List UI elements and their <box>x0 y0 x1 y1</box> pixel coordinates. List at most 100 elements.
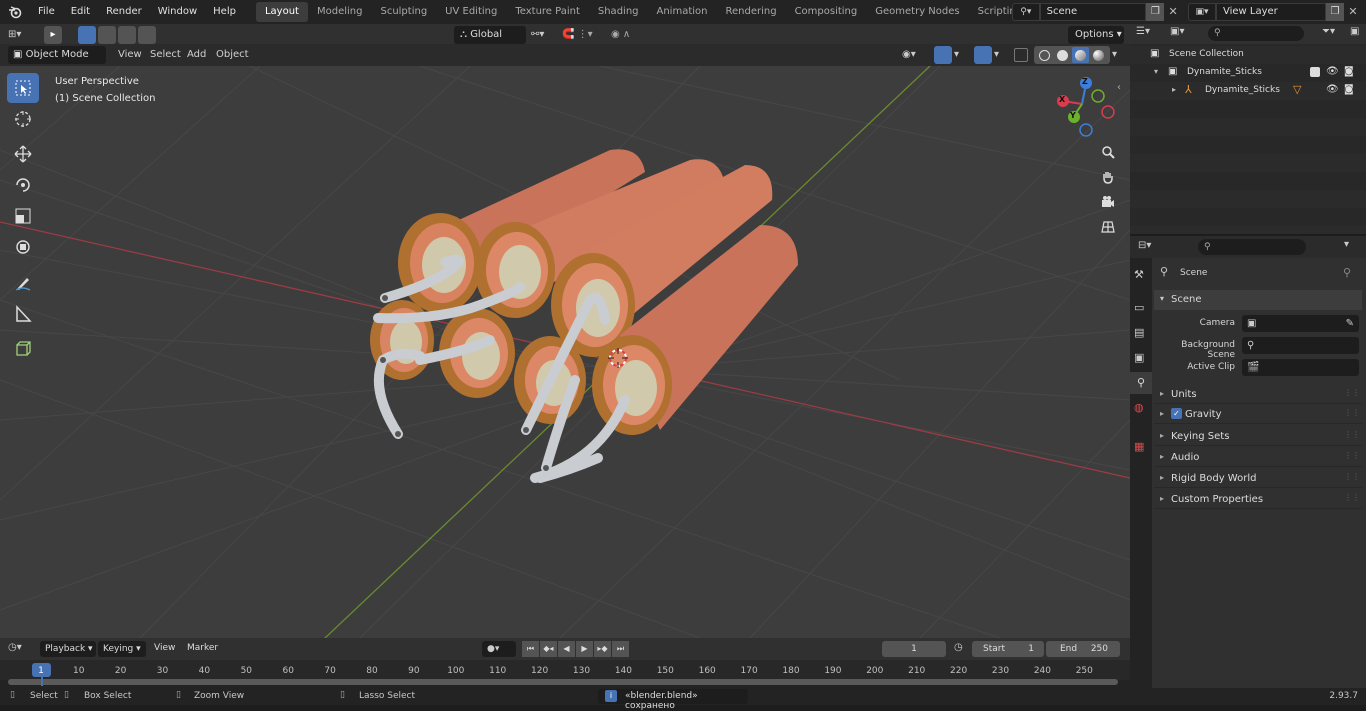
annotate-tool[interactable] <box>7 268 39 298</box>
outliner-row-collection[interactable]: ▾ ▣ Dynamite_Sticks 👁 ◙ <box>1130 64 1366 82</box>
cursor-tool[interactable] <box>7 104 39 134</box>
tab-uv-editing[interactable]: UV Editing <box>436 2 506 22</box>
wireframe-shading-icon[interactable] <box>1036 47 1053 63</box>
tab-modeling[interactable]: Modeling <box>308 2 372 22</box>
drag-handle-icon[interactable]: ⋮⋮ <box>1344 388 1360 397</box>
view-layer-tab-icon[interactable]: ▣ <box>1134 351 1144 364</box>
select-extend-icon[interactable] <box>98 26 116 44</box>
tab-compositing[interactable]: Compositing <box>786 2 867 22</box>
visibility-icon[interactable]: ◉▾ <box>902 46 930 64</box>
transform-tool[interactable] <box>7 232 39 262</box>
panel-audio[interactable]: ▸ Audio ⋮⋮ <box>1154 448 1362 467</box>
filter-icon[interactable]: ⏷▾ <box>1322 26 1335 37</box>
tab-shading[interactable]: Shading <box>589 2 648 22</box>
properties-search-input[interactable]: ⚲ <box>1198 239 1306 255</box>
tab-sculpting[interactable]: Sculpting <box>371 2 436 22</box>
prev-keyframe-icon[interactable]: ◆◂ <box>540 641 557 657</box>
copy-scene-icon[interactable]: ❐ <box>1146 3 1165 21</box>
select-box-tool[interactable] <box>7 73 39 103</box>
selection-mode-icons[interactable] <box>78 26 162 44</box>
outliner-search-input[interactable]: ⚲ <box>1208 26 1304 41</box>
panel-units[interactable]: ▸ Units ⋮⋮ <box>1154 385 1362 404</box>
move-tool[interactable] <box>7 139 39 169</box>
jump-end-icon[interactable]: ⏭ <box>612 641 629 657</box>
tab-layout[interactable]: Layout <box>255 2 308 22</box>
tab-rendering[interactable]: Rendering <box>716 2 785 22</box>
pin-icon[interactable]: ⚲ <box>1343 266 1351 279</box>
timeline-menu-view[interactable]: View <box>154 643 175 653</box>
panel-keying-sets[interactable]: ▸ Keying Sets ⋮⋮ <box>1154 427 1362 446</box>
record-button[interactable]: ●▾ <box>482 641 516 657</box>
outliner-row-object[interactable]: ▸ ⅄ Dynamite_Sticks ▽ 👁 ◙ <box>1130 82 1366 100</box>
preview-range-icon[interactable]: ◷ <box>954 642 963 653</box>
orientation-dropdown[interactable]: ⛬ Global <box>454 26 526 44</box>
view-layer-field[interactable]: View Layer <box>1216 3 1326 21</box>
modifier-filter-icon[interactable]: ▽ <box>1293 83 1301 96</box>
viewport-menu-add[interactable]: Add <box>187 44 206 66</box>
copy-view-layer-icon[interactable]: ❐ <box>1326 3 1344 21</box>
menu-file[interactable]: File <box>30 0 63 24</box>
new-collection-icon[interactable]: ▣ <box>1350 26 1359 37</box>
tab-geometry-nodes[interactable]: Geometry Nodes <box>866 2 968 22</box>
close-view-layer-icon[interactable]: ✕ <box>1344 3 1362 21</box>
render-tab-icon[interactable]: ▭ <box>1134 301 1144 314</box>
pan-hand-icon[interactable] <box>1097 166 1119 188</box>
gravity-checkbox[interactable]: ✓ <box>1171 408 1182 419</box>
3d-viewport[interactable]: Z X Y User Perspective (1) Scene Collect… <box>0 66 1130 638</box>
overlay-dropdown-icon[interactable]: ▾ <box>994 46 1006 64</box>
drag-handle-icon[interactable]: ⋮⋮ <box>1344 472 1360 481</box>
menu-edit[interactable]: Edit <box>63 0 98 24</box>
xray-toggle-icon[interactable] <box>1014 48 1028 62</box>
add-cube-tool[interactable] <box>7 334 39 364</box>
options-dropdown[interactable]: Options ▾ <box>1068 26 1124 44</box>
gizmo-toggle-icon[interactable] <box>934 46 952 64</box>
start-frame-field[interactable]: Start 1 <box>972 641 1044 657</box>
scene-selector[interactable]: ⚲▾ Scene ❐ ✕ <box>1012 3 1182 21</box>
close-scene-icon[interactable]: ✕ <box>1164 3 1182 21</box>
solid-shading-icon[interactable] <box>1054 47 1071 63</box>
render-camera-icon[interactable]: ◙ <box>1344 66 1354 77</box>
timeline-scrollbar[interactable] <box>8 679 1118 685</box>
texture-tab-icon[interactable]: ▦ <box>1134 440 1144 453</box>
object-mode-dropdown[interactable]: ▣ Object Mode <box>8 46 106 64</box>
panel-custom-properties[interactable]: ▸ Custom Properties ⋮⋮ <box>1154 490 1362 509</box>
drag-handle-icon[interactable]: ⋮⋮ <box>1344 451 1360 460</box>
exclude-checkbox[interactable] <box>1310 67 1320 77</box>
proportional-edit-icon[interactable]: ◉ ∧ <box>611 26 655 44</box>
output-tab-icon[interactable]: ▤ <box>1134 326 1144 339</box>
pivot-icon[interactable]: ⚯▾ <box>531 26 557 44</box>
render-camera-icon[interactable]: ◙ <box>1344 84 1354 95</box>
camera-field[interactable]: ▣ ✎ <box>1242 315 1359 332</box>
viewport-menu-view[interactable]: View <box>118 44 142 66</box>
blender-logo-icon[interactable] <box>0 0 30 24</box>
material-shading-icon[interactable] <box>1072 47 1089 63</box>
jump-start-icon[interactable]: ⏮ <box>522 641 539 657</box>
play-reverse-icon[interactable]: ◀ <box>558 641 575 657</box>
properties-editor-icon[interactable]: ⊟▾ <box>1138 240 1151 251</box>
visibility-eye-icon[interactable]: 👁 <box>1326 66 1339 77</box>
tool-tab-icon[interactable]: ⚒ <box>1134 268 1144 281</box>
tab-animation[interactable]: Animation <box>648 2 717 22</box>
timeline-editor-icon[interactable]: ◷▾ <box>8 642 22 653</box>
select-tool-icon[interactable]: ▸ <box>44 26 62 44</box>
editor-type-icon[interactable]: ⊞▾ <box>8 26 34 44</box>
scene-tab-icon[interactable]: ⚲ <box>1130 372 1152 394</box>
menu-window[interactable]: Window <box>150 0 205 24</box>
tab-texture-paint[interactable]: Texture Paint <box>506 2 589 22</box>
overlay-toggle-icon[interactable] <box>974 46 992 64</box>
background-scene-field[interactable]: ⚲ <box>1242 337 1359 354</box>
current-frame-field[interactable]: 1 <box>882 641 946 657</box>
world-tab-icon[interactable]: ◍ <box>1134 401 1144 414</box>
properties-options-icon[interactable]: ▾ <box>1344 239 1349 250</box>
drag-handle-icon[interactable]: ⋮⋮ <box>1344 493 1360 502</box>
zoom-icon[interactable] <box>1097 141 1119 163</box>
expand-arrow-icon[interactable]: ▸ <box>1172 85 1176 94</box>
outliner-editor-icon[interactable]: ☰▾ <box>1136 26 1150 37</box>
active-clip-field[interactable]: 🎬 <box>1242 359 1359 376</box>
shading-dropdown-icon[interactable]: ▾ <box>1112 46 1124 64</box>
drag-handle-icon[interactable]: ⋮⋮ <box>1344 408 1360 417</box>
scene-name-field[interactable]: Scene <box>1039 3 1147 21</box>
scale-tool[interactable] <box>7 201 39 231</box>
play-icon[interactable]: ▶ <box>576 641 593 657</box>
camera-view-icon[interactable] <box>1097 191 1119 213</box>
